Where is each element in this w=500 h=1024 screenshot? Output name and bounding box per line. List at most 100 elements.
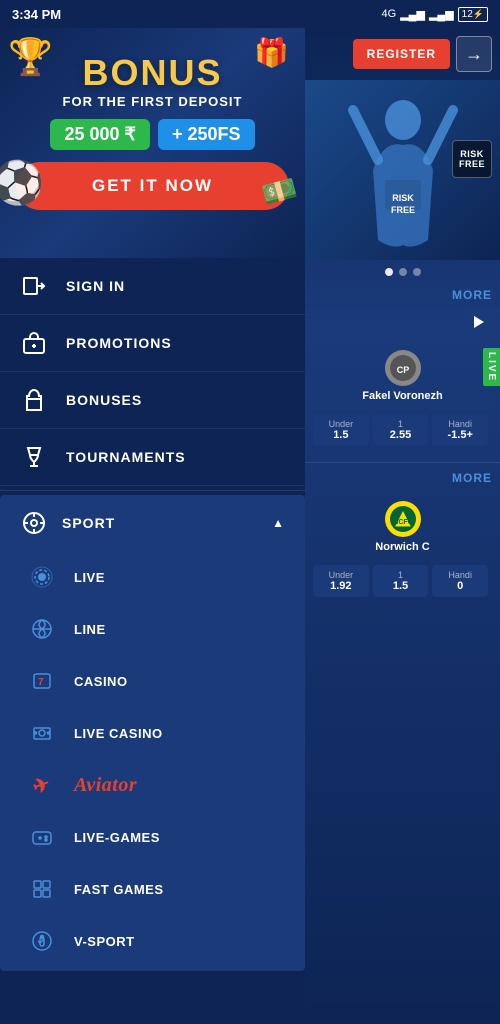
match2: NCFC Norwich C Under 1.92 1 1.5 Handi 0 xyxy=(305,489,500,609)
sidebar-item-aviator[interactable]: ✈ Aviator xyxy=(0,759,305,811)
svg-text:FREE: FREE xyxy=(390,205,414,215)
app-container: 🏆 🎁 BONUS FOR THE FIRST DEPOSIT 25 000 ₹… xyxy=(0,28,500,1024)
wifi-icon: ▂▄▆ xyxy=(429,8,454,21)
nav-menu: SIGN IN PROMOTIONS xyxy=(0,258,305,971)
risk-free-text: RISK FREE xyxy=(459,149,485,169)
sidebar-item-fast-games[interactable]: FAST GAMES xyxy=(0,863,305,915)
aviator-plane-icon: ✈ xyxy=(28,771,56,799)
tournaments-icon xyxy=(20,443,48,471)
promotions-icon xyxy=(20,329,48,357)
amount-inr: 25 000 ₹ xyxy=(50,119,150,150)
fast-games-icon xyxy=(28,875,56,903)
amount-fs: + 250FS xyxy=(158,119,255,150)
casino-icon: 7 xyxy=(28,667,56,695)
soccer-ball-icon: ⚽ xyxy=(0,159,44,208)
match1-odds: Under 1.5 1 2.55 Handi -1.5+ xyxy=(313,410,492,454)
live-games-label: LIVE-GAMES xyxy=(74,830,160,845)
sign-in-icon xyxy=(20,272,48,300)
odd-1-2[interactable]: 1 1.5 xyxy=(373,565,429,597)
status-time: 3:34 PM xyxy=(12,7,61,22)
hero-area: RISK FREE RISK FREE xyxy=(305,80,500,260)
banner: 🏆 🎁 BONUS FOR THE FIRST DEPOSIT 25 000 ₹… xyxy=(0,28,305,258)
live-casino-icon xyxy=(28,719,56,747)
sport-section: SPORT ▲ LIVE xyxy=(0,495,305,971)
banner-amounts: 25 000 ₹ + 250FS xyxy=(16,119,289,150)
v-sport-label: V-SPORT xyxy=(74,934,135,949)
money-icon: 💵 xyxy=(258,171,300,212)
more-button-1[interactable]: MORE xyxy=(305,284,500,306)
dot-1 xyxy=(385,268,393,276)
odd-handi-1[interactable]: Handi -1.5+ xyxy=(432,414,488,446)
svg-text:7: 7 xyxy=(38,677,44,688)
sidebar-item-line[interactable]: LINE xyxy=(0,603,305,655)
login-arrow-icon: → xyxy=(465,44,483,65)
svg-text:CP: CP xyxy=(396,365,409,375)
sidebar-item-live[interactable]: LIVE xyxy=(0,551,305,603)
pagination-dots xyxy=(305,260,500,284)
svg-text:RISK: RISK xyxy=(392,193,414,203)
dot-3 xyxy=(413,268,421,276)
hero-person-svg: RISK FREE xyxy=(343,90,463,250)
sidebar-item-live-games[interactable]: LIVE-GAMES xyxy=(0,811,305,863)
sport-icon xyxy=(20,509,48,537)
register-button[interactable]: REGISTER xyxy=(353,39,450,69)
fakel-name: Fakel Voronezh xyxy=(362,390,442,402)
status-icons: 4G ▂▄▆ ▂▄▆ 12 ⚡ xyxy=(382,7,488,22)
odd-under-1[interactable]: Under 1.5 xyxy=(313,414,369,446)
sign-in-label: SIGN IN xyxy=(66,278,125,294)
sidebar-item-v-sport[interactable]: V-SPORT xyxy=(0,915,305,967)
promotions-label: PROMOTIONS xyxy=(66,335,172,351)
status-bar: 3:34 PM 4G ▂▄▆ ▂▄▆ 12 ⚡ xyxy=(0,0,500,28)
live-casino-label: LIVE CASINO xyxy=(74,726,163,741)
stream-icon-row xyxy=(305,306,500,338)
norwich-logo: NCFC xyxy=(385,501,421,537)
fast-games-label: FAST GAMES xyxy=(74,882,164,897)
bonuses-icon xyxy=(20,386,48,414)
svg-text:NCFC: NCFC xyxy=(393,519,412,526)
battery-lightning: ⚡ xyxy=(473,9,484,20)
odd-1-1[interactable]: 1 2.55 xyxy=(373,414,429,446)
casino-label: CASINO xyxy=(74,674,128,689)
nav-item-promotions[interactable]: PROMOTIONS xyxy=(0,315,305,372)
battery-indicator: 12 ⚡ xyxy=(458,7,488,22)
line-label: LINE xyxy=(74,622,106,637)
match1: CP Fakel Voronezh Under 1.5 1 2.55 xyxy=(305,338,500,458)
aviator-label: Aviator xyxy=(74,774,137,797)
v-sport-icon xyxy=(28,927,56,955)
signal-bars: ▂▄▆ xyxy=(400,8,425,21)
match2-odds: Under 1.92 1 1.5 Handi 0 xyxy=(313,561,492,605)
match-divider xyxy=(305,462,500,463)
trophy-icon: 🏆 xyxy=(8,36,53,78)
get-it-now-button[interactable]: GET IT NOW xyxy=(16,162,289,210)
banner-subtitle: FOR THE FIRST DEPOSIT xyxy=(16,94,289,109)
sidebar-item-live-casino[interactable]: LIVE CASINO xyxy=(0,707,305,759)
network-icon: 4G xyxy=(382,8,397,20)
line-icon xyxy=(28,615,56,643)
login-button[interactable]: → xyxy=(456,36,492,72)
nav-item-bonuses[interactable]: BONUSES xyxy=(0,372,305,429)
odd-handi-2[interactable]: Handi 0 xyxy=(432,565,488,597)
sport-chevron-up-icon: ▲ xyxy=(272,516,285,530)
sidebar-item-casino[interactable]: 7 CASINO xyxy=(0,655,305,707)
fakel-logo: CP xyxy=(385,350,421,386)
sidebar: 🏆 🎁 BONUS FOR THE FIRST DEPOSIT 25 000 ₹… xyxy=(0,28,305,1024)
live-games-icon xyxy=(28,823,56,851)
nav-item-sign-in[interactable]: SIGN IN xyxy=(0,258,305,315)
gift-icon: 🎁 xyxy=(254,36,289,69)
stream-icon[interactable] xyxy=(464,308,492,336)
live-label: LIVE xyxy=(74,570,105,585)
sport-sub-items: LIVE LINE xyxy=(0,551,305,971)
sport-header[interactable]: SPORT ▲ xyxy=(0,495,305,551)
right-header: REGISTER → xyxy=(305,28,500,80)
right-panel: REGISTER → xyxy=(305,28,500,1024)
divider-line xyxy=(0,490,305,491)
norwich-name: Norwich C xyxy=(375,541,429,553)
banner-title: BONUS xyxy=(16,52,289,94)
nav-item-tournaments[interactable]: TOURNAMENTS xyxy=(0,429,305,486)
odd-under-2[interactable]: Under 1.92 xyxy=(313,565,369,597)
match1-container: LIVE CP Fakel Voronezh Under 1.5 xyxy=(305,338,500,458)
sport-label: SPORT xyxy=(62,515,115,531)
live-icon xyxy=(28,563,56,591)
tournaments-label: TOURNAMENTS xyxy=(66,449,186,465)
more-button-2[interactable]: MORE xyxy=(305,467,500,489)
